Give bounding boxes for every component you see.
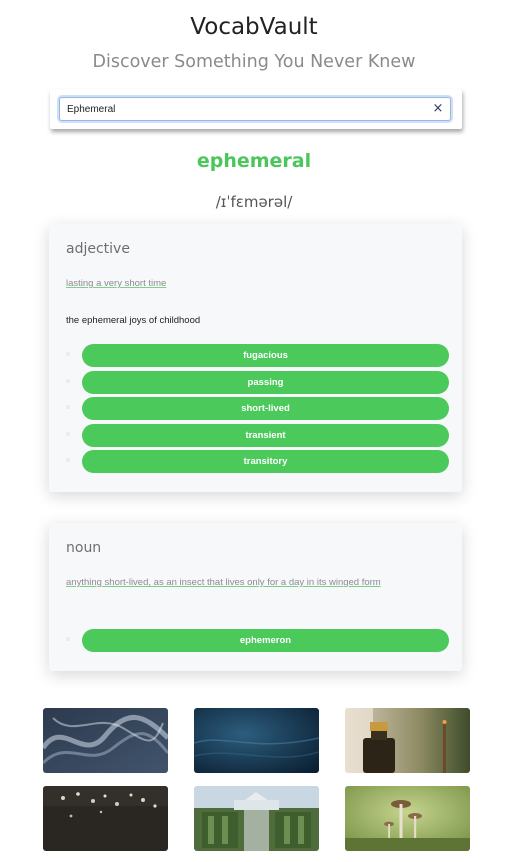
synonym-item: passing — [49, 370, 462, 398]
app-title: VocabVault — [190, 14, 318, 40]
meaning-card-adjective: adjective lasting a very short time the … — [49, 224, 462, 492]
bullet-icon — [66, 431, 70, 436]
synonym-button-passing[interactable]: passing — [82, 370, 449, 394]
synonym-item: fugacious — [49, 344, 462, 371]
definition-text: lasting a very short time — [66, 278, 167, 289]
part-of-speech-label: noun — [66, 540, 102, 556]
search-input[interactable] — [59, 97, 451, 121]
synonym-button-transitory[interactable]: transitory — [82, 450, 449, 473]
bullet-icon — [66, 458, 70, 462]
bullet-icon — [66, 405, 70, 409]
page: VocabVault Discover Something You Never … — [0, 0, 508, 862]
synonym-button-short-lived[interactable]: short-lived — [82, 397, 449, 420]
phonetic-text: /ɪˈfɛmərəl/ — [215, 193, 293, 211]
gallery-image-smoke[interactable] — [43, 708, 168, 773]
synonym-list: ephemeron — [49, 629, 462, 656]
definition-text: anything short-lived, as an insect that … — [66, 577, 381, 588]
synonym-button-ephemeron[interactable]: ephemeron — [82, 629, 449, 652]
gallery-image-bottle[interactable] — [345, 708, 470, 773]
gallery-image-mushrooms[interactable] — [345, 786, 470, 851]
word-title: ephemeral — [196, 150, 312, 172]
synonym-list: fugacious passing short-lived transient … — [49, 344, 462, 477]
synonym-button-transient[interactable]: transient — [82, 423, 449, 447]
bullet-icon — [66, 352, 70, 356]
search-bar: × — [50, 89, 462, 129]
example-sentence: the ephemeral joys of childhood — [66, 315, 201, 326]
gallery-image-greenhouse[interactable] — [194, 786, 319, 851]
gallery-image-soil[interactable] — [43, 786, 168, 851]
bullet-icon — [66, 378, 70, 383]
synonym-button-fugacious[interactable]: fugacious — [82, 344, 449, 367]
synonym-item: ephemeron — [49, 629, 462, 656]
synonym-item: short-lived — [49, 397, 462, 424]
gallery-image-water[interactable] — [194, 708, 319, 773]
meaning-card-noun: noun anything short-lived, as an insect … — [49, 523, 462, 671]
synonym-item: transient — [49, 423, 462, 451]
close-icon[interactable]: × — [432, 100, 444, 118]
synonym-item: transitory — [49, 450, 462, 477]
bullet-icon — [66, 637, 70, 641]
image-gallery — [43, 708, 470, 851]
app-subtitle: Discover Something You Never Knew — [92, 52, 416, 72]
part-of-speech-label: adjective — [66, 241, 130, 257]
